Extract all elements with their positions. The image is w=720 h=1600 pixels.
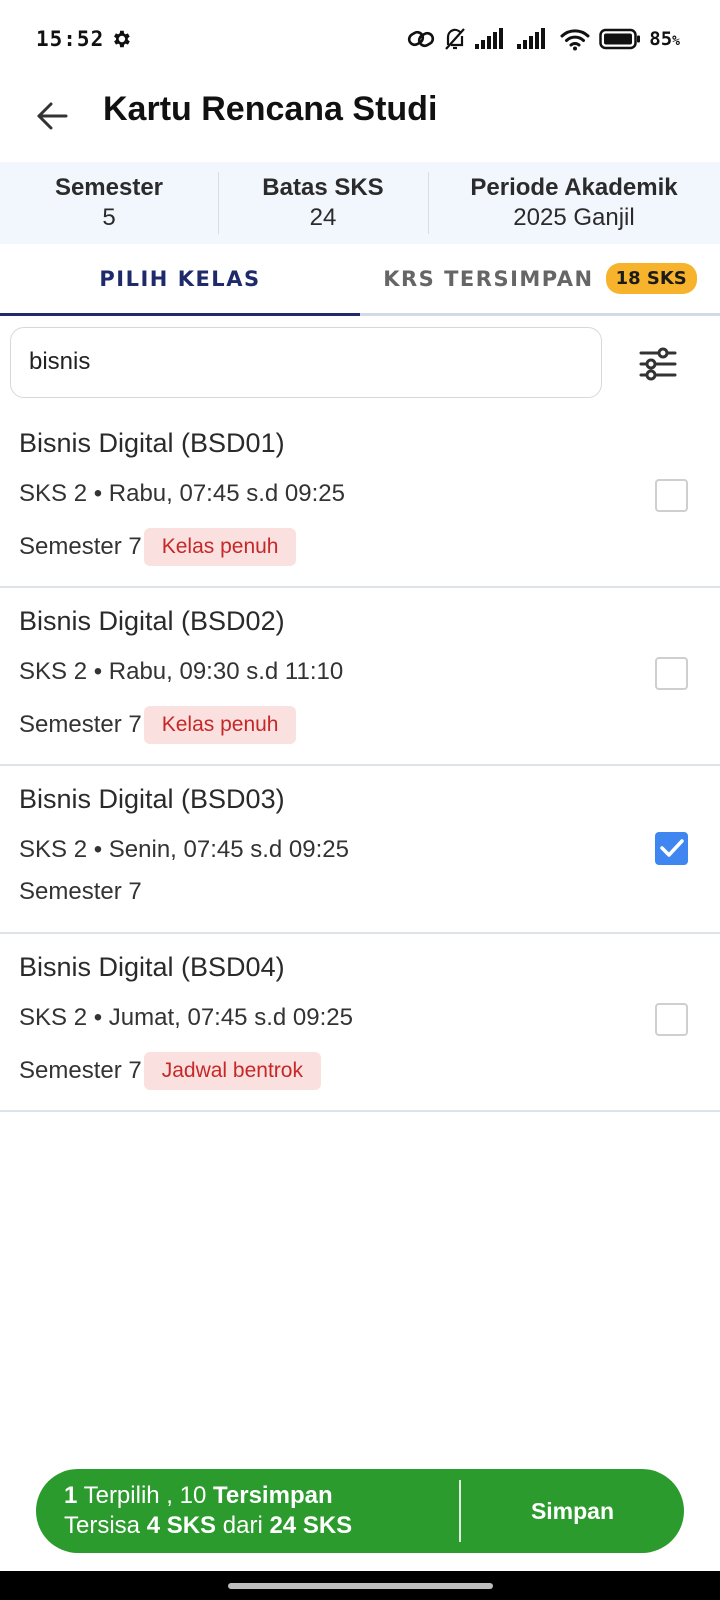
bell-off-icon (443, 26, 467, 52)
info-semester-label: Semester (54, 174, 164, 201)
course-list: Bisnis Digital (BSD01) SKS 2 • Rabu, 07:… (0, 410, 720, 1112)
selected-count: 1 (64, 1482, 78, 1509)
battery-icon (599, 28, 641, 50)
app-bar: Kartu Rencana Studi (0, 80, 720, 162)
tab-krs-tersimpan[interactable]: KRS TERSIMPAN 18 SKS (360, 244, 720, 313)
status-badge: Kelas penuh (143, 706, 297, 744)
info-periode-value: 2025 Ganjil (513, 204, 635, 231)
academic-info-strip: Semester 5 Batas SKS 24 Periode Akademik… (0, 162, 720, 244)
link-icon (407, 27, 435, 51)
sliders-icon (639, 347, 677, 381)
list-item[interactable]: Bisnis Digital (BSD04) SKS 2 • Jumat, 07… (0, 934, 720, 1112)
course-semester: Semester 7 (19, 533, 142, 560)
course-checkbox[interactable] (655, 1003, 688, 1036)
tab-pilih-kelas[interactable]: PILIH KELAS (0, 244, 360, 316)
info-batas-value: 24 (309, 204, 337, 231)
course-semester-row: Semester 7 Kelas penuh (19, 706, 297, 744)
info-periode: Periode Akademik 2025 Ganjil (428, 162, 720, 244)
list-item[interactable]: Bisnis Digital (BSD01) SKS 2 • Rabu, 07:… (0, 410, 720, 588)
status-time: 15:52 (36, 27, 105, 51)
course-checkbox[interactable] (655, 832, 688, 865)
sks-badge: 18 SKS (605, 263, 697, 294)
course-title: Bisnis Digital (BSD01) (19, 428, 285, 458)
back-button[interactable] (30, 94, 74, 138)
course-title: Bisnis Digital (BSD03) (19, 784, 285, 814)
summary-line-1: 1 Terpilih , 10 Tersimpan (64, 1481, 459, 1511)
course-schedule: SKS 2 • Jumat, 07:45 s.d 09:25 (19, 1004, 353, 1031)
tab-bar: PILIH KELAS KRS TERSIMPAN 18 SKS (0, 244, 720, 316)
total-sks: 24 SKS (269, 1512, 353, 1539)
search-box (10, 327, 602, 398)
course-semester-row: Semester 7 Jadwal bentrok (19, 1052, 321, 1090)
summary-line-2: Tersisa 4 SKS dari 24 SKS (64, 1511, 459, 1541)
info-periode-label: Periode Akademik (470, 174, 678, 201)
saved-count: 10 (179, 1482, 207, 1509)
saved-label: Tersimpan (213, 1482, 333, 1509)
course-checkbox[interactable] (655, 479, 688, 512)
save-button[interactable]: Simpan (461, 1498, 684, 1525)
course-semester-row: Semester 7 (19, 878, 142, 906)
gear-icon (110, 28, 132, 50)
status-badge: Kelas penuh (143, 528, 297, 566)
system-nav-bar (0, 1571, 720, 1600)
home-gesture-handle[interactable] (228, 1583, 493, 1589)
course-schedule: SKS 2 • Senin, 07:45 s.d 09:25 (19, 836, 349, 863)
info-semester: Semester 5 (0, 162, 218, 244)
tab-pilih-kelas-label: PILIH KELAS (99, 266, 261, 291)
summary-text: 1 Terpilih , 10 Tersimpan Tersisa 4 SKS … (36, 1481, 459, 1541)
list-item[interactable]: Bisnis Digital (BSD03) SKS 2 • Senin, 07… (0, 766, 720, 934)
status-badge: Jadwal bentrok (143, 1052, 321, 1090)
signal-icon (517, 28, 551, 50)
filter-button[interactable] (636, 342, 680, 386)
course-checkbox[interactable] (655, 657, 688, 690)
course-schedule: SKS 2 • Rabu, 07:45 s.d 09:25 (19, 480, 345, 507)
battery-percent: 85% (649, 28, 680, 50)
summary-bar: 1 Terpilih , 10 Tersimpan Tersisa 4 SKS … (36, 1469, 684, 1553)
info-batas-sks: Batas SKS 24 (218, 162, 428, 244)
remaining-prefix: Tersisa (64, 1512, 141, 1539)
remaining-mid: dari (222, 1512, 263, 1539)
course-semester: Semester 7 (19, 1057, 142, 1084)
search-input[interactable] (29, 328, 579, 396)
arrow-left-icon (37, 102, 68, 130)
course-title: Bisnis Digital (BSD04) (19, 952, 285, 982)
remaining-sks: 4 SKS (146, 1512, 217, 1539)
course-semester-row: Semester 7 Kelas penuh (19, 528, 297, 566)
wifi-icon (559, 27, 591, 51)
info-semester-value: 5 (102, 204, 116, 231)
course-title: Bisnis Digital (BSD02) (19, 606, 285, 636)
info-batas-label: Batas SKS (262, 174, 384, 201)
course-schedule: SKS 2 • Rabu, 09:30 s.d 11:10 (19, 658, 344, 685)
status-bar: 15:52 85% (0, 0, 720, 80)
page-title: Kartu Rencana Studi (103, 90, 438, 128)
course-semester: Semester 7 (19, 711, 142, 738)
selected-label: Terpilih , (83, 1482, 173, 1509)
list-item[interactable]: Bisnis Digital (BSD02) SKS 2 • Rabu, 09:… (0, 588, 720, 766)
tab-krs-tersimpan-label: KRS TERSIMPAN (383, 266, 594, 291)
signal-icon (475, 28, 509, 50)
check-icon (660, 839, 684, 857)
course-semester: Semester 7 (19, 878, 142, 905)
